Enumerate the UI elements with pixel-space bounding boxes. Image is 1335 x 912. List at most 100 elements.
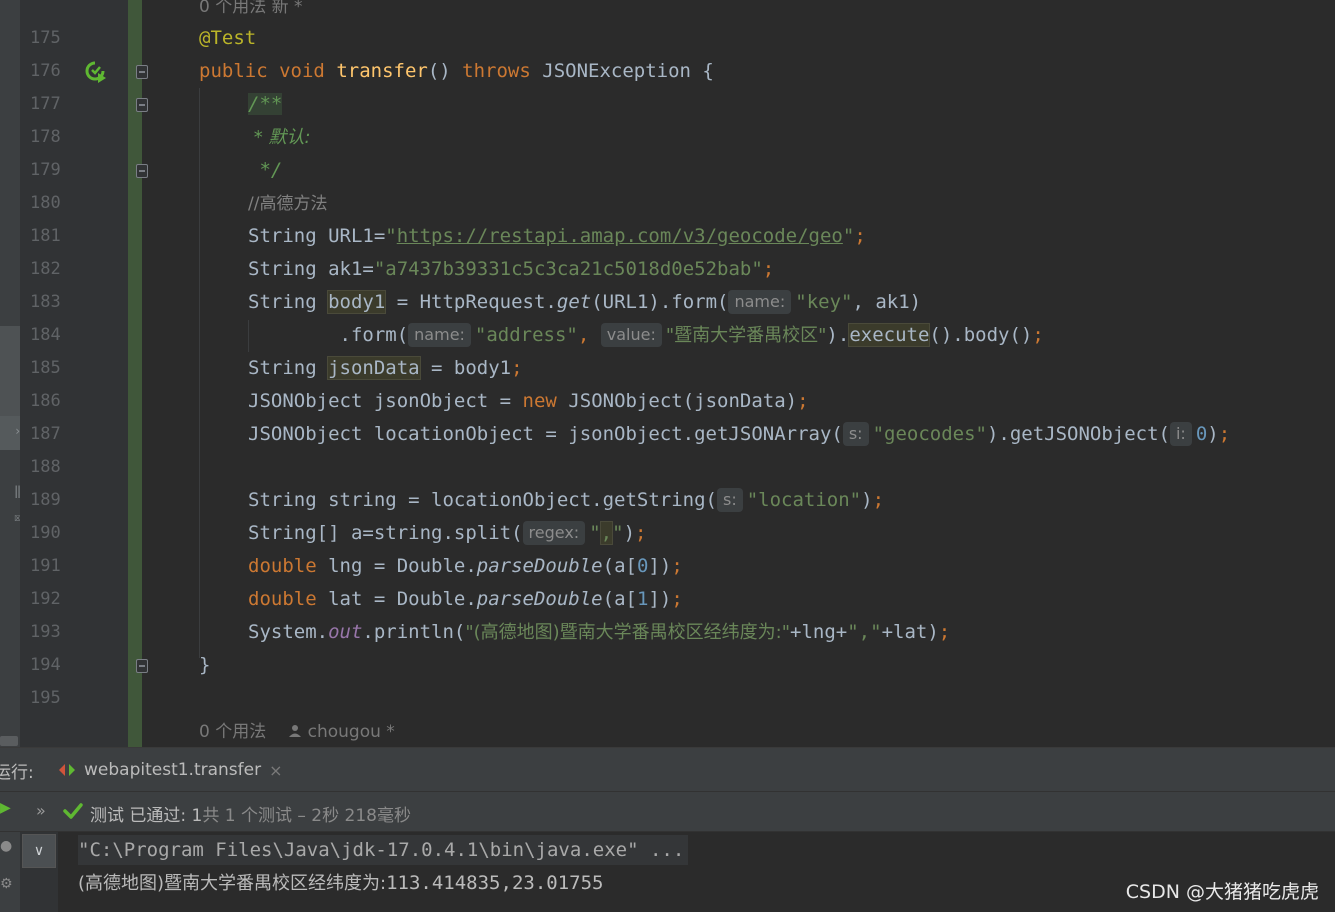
line-number: 179 (30, 160, 61, 180)
code-text: System. (248, 621, 329, 643)
code-line: JSONObject jsonObject = new JSONObject(j… (248, 385, 809, 418)
settings-icon[interactable]: ⚙ (0, 876, 13, 892)
fold-doc-icon[interactable] (136, 98, 148, 112)
code-text: ) (1207, 423, 1219, 445)
string-literal: " (589, 522, 601, 544)
code-text: String string = locationObject.getString… (248, 489, 717, 511)
chevron-down-icon[interactable]: ∨ (22, 834, 56, 868)
semicolon: ; (1218, 423, 1231, 445)
code-text: ]) (648, 588, 672, 610)
line-number: 176 (30, 61, 61, 81)
code-text: String (248, 291, 329, 313)
static-method: parseDouble (476, 555, 603, 577)
line-number: 195 (30, 688, 61, 708)
code-line: //高德方法 (248, 187, 327, 220)
static-method: get (556, 291, 592, 313)
code-text: = body1 (419, 357, 512, 379)
scrollbar-thumb[interactable] (0, 736, 18, 746)
annotation: @Test (199, 27, 257, 49)
code-line: String jsonData = body1; (248, 352, 523, 385)
code-line: String URL1="https://restapi.amap.com/v3… (248, 220, 866, 253)
console-output-label: (高德地图)暨南大学番禺校区经纬度为: (78, 873, 387, 894)
code-line: JSONObject locationObject = jsonObject.g… (248, 418, 1230, 451)
stop-icon[interactable]: ● (0, 838, 12, 854)
line-number: 181 (30, 226, 61, 246)
rerun-icon[interactable]: ▶ (0, 800, 11, 816)
code-text: ().body() (929, 324, 1033, 346)
close-icon[interactable]: × (269, 761, 282, 780)
string-literal: , (599, 521, 614, 545)
semicolon: ; (938, 621, 951, 643)
code-line: String[] a=string.split(regex: ","); (248, 517, 646, 550)
method-name: transfer (336, 60, 428, 82)
fold-doc-end-icon[interactable] (136, 164, 148, 178)
semicolon: ; (854, 225, 866, 247)
semicolon: ; (635, 522, 647, 544)
keyword: double (248, 555, 317, 577)
param-hint: value: (600, 323, 662, 347)
param-hint: i: (1169, 422, 1192, 446)
usage-text: 0 个用法 (199, 722, 267, 742)
line-number: 189 (30, 490, 61, 510)
test-status-detail: 共 1 个测试 – 2秒 218毫秒 (202, 806, 411, 826)
string-literal: "暨南大学番禺校区" (665, 325, 827, 346)
semicolon: ; (797, 390, 809, 412)
string-literal: "," (847, 621, 882, 643)
strip-highlight (0, 326, 20, 416)
line-number: 184 (30, 325, 61, 345)
code-text: ).getJSONObject( (986, 423, 1170, 445)
run-tab[interactable]: webapitest1.transfer × (44, 748, 297, 792)
test-status-bar: ▶ » 测试 已通过: 1共 1 个测试 – 2秒 218毫秒 (0, 792, 1335, 832)
code-line: System.out.println("(高德地图)暨南大学番禺校区经纬度为:"… (248, 616, 950, 649)
code-text: +lat) (881, 621, 939, 643)
console-output-line[interactable]: (高德地图)暨南大学番禺校区经纬度为:113.414835,23.01755 (78, 868, 603, 898)
number-literal: 0 (1195, 423, 1208, 445)
line-number: 190 (30, 523, 61, 543)
semicolon: ; (762, 258, 775, 280)
code-text: ) (623, 522, 636, 544)
param-hint: s: (842, 422, 869, 446)
fold-method-end-icon[interactable] (136, 659, 148, 673)
run-test-icon[interactable] (84, 60, 108, 84)
run-tab-label: webapitest1.transfer (84, 760, 262, 780)
usage-hint[interactable]: 0 个用法 chougou * (199, 720, 395, 744)
param-hint: name: (728, 290, 792, 314)
url-link[interactable]: https://restapi.amap.com/v3/geocode/geo (397, 225, 843, 247)
console-command-line[interactable]: "C:\Program Files\Java\jdk-17.0.4.1\bin\… (78, 835, 689, 865)
line-number: 192 (30, 589, 61, 609)
static-field: out (328, 621, 363, 643)
vcs-change-marker (128, 0, 142, 747)
code-text: lat = Double. (316, 588, 477, 610)
code-line: .form(name: "address", value: "暨南大学番禺校区").… (248, 319, 1044, 352)
run-tool-window: 运行: webapitest1.transfer × ▶ » 测试 已通过: 1… (0, 747, 1335, 912)
code-text: String ak1= (248, 258, 374, 280)
fold-method-icon[interactable] (136, 65, 148, 79)
string-literal: "address" (474, 324, 578, 346)
code-editor[interactable]: › ‖ ☒ 175 176 177 178 179 180 181 182 18… (0, 0, 1335, 747)
string-literal: " (612, 522, 624, 544)
code-line: String body1 = HttpRequest.get(URL1).for… (248, 286, 921, 319)
code-text: ]) (648, 555, 672, 577)
usage-hint[interactable]: 0 个用法 新 * (199, 0, 303, 19)
semicolon: ; (671, 555, 683, 577)
string-literal: "geocodes" (872, 423, 987, 445)
code-text: , (577, 324, 601, 346)
line-number: 175 (30, 28, 61, 48)
expand-icon[interactable]: » (36, 801, 46, 820)
semicolon: ; (671, 588, 683, 610)
semicolon: ; (872, 489, 885, 511)
keyword: void (279, 60, 325, 82)
code-text: ). (826, 324, 850, 346)
code-text: (a[ (602, 588, 637, 610)
code-line: * 默认: (248, 121, 311, 154)
code-text: (a[ (602, 555, 637, 577)
doc-comment: */ (248, 159, 283, 181)
code-text: ) (861, 489, 873, 511)
string-literal: "location" (746, 489, 862, 511)
code-text: String (248, 357, 329, 379)
console-output-value: 113.414835,23.01755 (386, 872, 604, 894)
code-line: String ak1="a7437b39331c5c3ca21c5018d0e5… (248, 253, 774, 286)
doc-comment: /** (248, 93, 283, 115)
code-text: .form( (248, 324, 409, 346)
keyword: public (199, 60, 268, 82)
